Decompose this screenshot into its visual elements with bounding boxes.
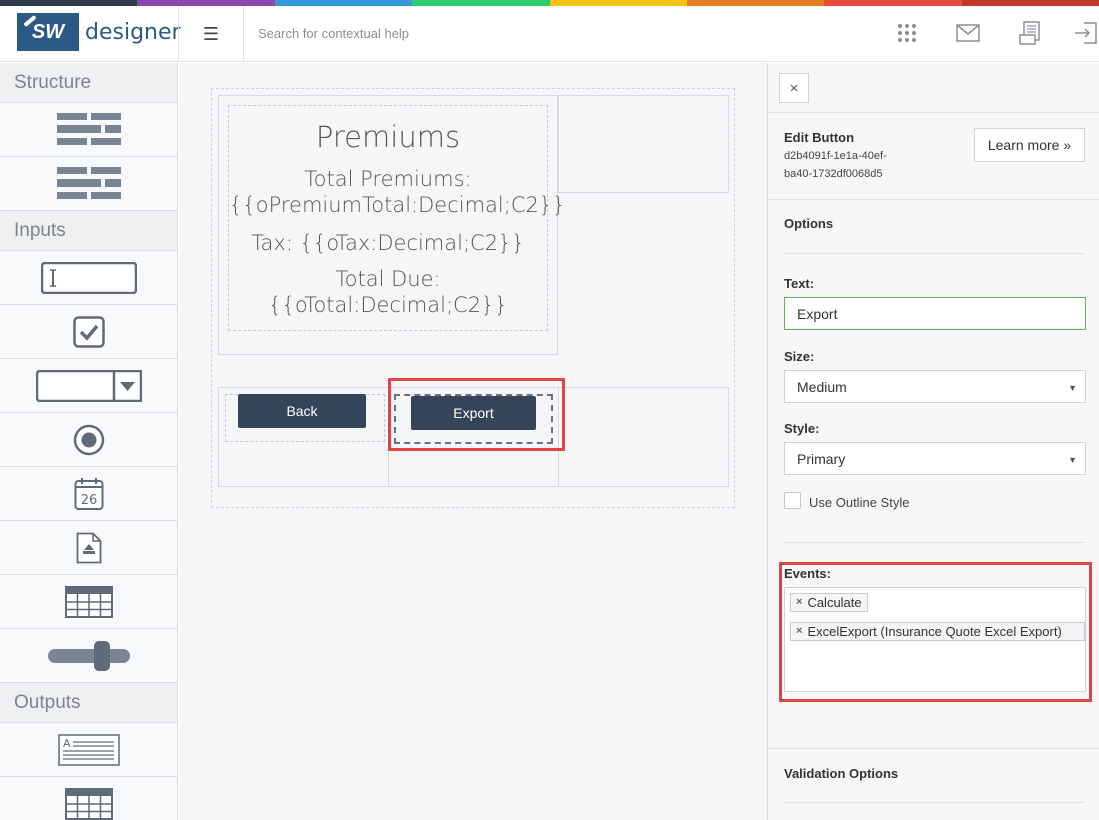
app-logo[interactable]: SW designer: [17, 13, 181, 51]
button-text-value: Export: [797, 305, 838, 322]
size-field-label: Size:: [784, 349, 815, 364]
text-output-icon: A: [57, 733, 120, 766]
size-select[interactable]: Medium ▼: [784, 370, 1086, 403]
dropdown-item[interactable]: [0, 359, 177, 413]
total-due-value: {{oTotal:Decimal;C2}}: [268, 293, 508, 317]
component-sidebar: Structure Inputs 26 Outputs A: [0, 63, 178, 820]
hamburger-icon: ☰: [202, 23, 220, 44]
tax-line: Tax: {{oTax:Decimal;C2}}: [251, 231, 525, 255]
validation-divider: [784, 802, 1084, 803]
premiums-html-block[interactable]: Premiums Total Premiums: {{oPremiumTotal…: [228, 105, 566, 331]
close-icon: ×: [789, 79, 799, 97]
options-heading: Options: [784, 216, 834, 231]
premiums-title: Premiums: [315, 120, 461, 154]
bottom-right-cell[interactable]: [558, 387, 729, 487]
section-outputs-heading: Outputs: [0, 683, 177, 723]
component-id-line2: ba40-1732df0068d5: [784, 168, 883, 180]
data-table-item[interactable]: [0, 575, 177, 629]
learn-more-button[interactable]: Learn more »: [974, 128, 1085, 162]
apps-grid-icon[interactable]: [894, 20, 920, 46]
section-inputs-heading: Inputs: [0, 211, 177, 251]
style-selected-value: Primary: [797, 450, 846, 467]
table-output-item[interactable]: [0, 777, 177, 820]
section-structure-heading: Structure: [0, 63, 177, 103]
panel-title: Edit Button: [784, 130, 855, 145]
premiums-cell[interactable]: Premiums Total Premiums: {{oPremiumTotal…: [218, 95, 566, 355]
svg-text:A: A: [63, 737, 71, 750]
chevron-down-icon: ▼: [1068, 455, 1077, 465]
checkbox-item[interactable]: [0, 305, 177, 359]
panel-divider: [768, 199, 1099, 200]
dropdown-icon: [35, 369, 142, 402]
options-divider: [784, 253, 1084, 254]
total-due-label: Total Due:: [335, 267, 441, 291]
contextual-help-search-input[interactable]: [258, 22, 758, 44]
mail-icon[interactable]: [955, 20, 981, 46]
outline-style-checkbox[interactable]: [784, 492, 801, 509]
panel-divider: [768, 748, 1099, 749]
textbox-item[interactable]: [0, 251, 177, 305]
logo-mark-text: SW: [31, 20, 65, 43]
grid-layout-item[interactable]: [0, 103, 177, 157]
properties-panel: × Edit Button d2b4091f-1e1a-40ef- ba40-1…: [767, 63, 1099, 820]
radio-item[interactable]: [0, 413, 177, 467]
table-output-icon: [64, 787, 113, 820]
button-text-input[interactable]: Export: [784, 297, 1086, 330]
grid-layout-alt-icon: [56, 166, 121, 199]
textbox-icon: [40, 261, 137, 294]
file-upload-icon: [76, 532, 101, 563]
design-canvas: Premiums Total Premiums: {{oPremiumTotal…: [179, 63, 767, 820]
style-select[interactable]: Primary ▼: [784, 442, 1086, 475]
close-panel-button[interactable]: ×: [779, 73, 809, 103]
style-field-label: Style:: [784, 421, 820, 436]
premiums-total-label: Total Premiums:: [304, 167, 472, 191]
svg-text:26: 26: [80, 493, 97, 508]
size-selected-value: Medium: [797, 378, 847, 395]
logo-wordmark: designer: [85, 19, 181, 45]
panel-divider: [768, 112, 1099, 113]
validation-options-heading: Validation Options: [784, 766, 899, 781]
grid-layout-icon: [56, 112, 121, 145]
logo-mark: SW: [17, 13, 79, 51]
options-bottom-divider: [784, 542, 1084, 543]
outline-style-label: Use Outline Style: [809, 495, 910, 510]
text-output-item[interactable]: A: [0, 723, 177, 777]
checkbox-icon: [72, 315, 105, 348]
date-picker-item[interactable]: 26: [0, 467, 177, 521]
slider-icon: [47, 640, 130, 671]
date-picker-icon: 26: [74, 477, 103, 510]
top-right-cell[interactable]: [558, 95, 729, 193]
file-upload-item[interactable]: [0, 521, 177, 575]
text-field-label: Text:: [784, 276, 815, 291]
document-icon[interactable]: [1017, 20, 1043, 46]
component-id-line1: d2b4091f-1e1a-40ef-: [784, 150, 887, 162]
grid-layout-alt-item[interactable]: [0, 157, 177, 211]
premiums-total-value: {{oPremiumTotal:Decimal;C2}}: [229, 193, 566, 217]
slider-item[interactable]: [0, 629, 177, 683]
data-table-icon: [64, 585, 113, 618]
logout-icon[interactable]: [1073, 20, 1099, 46]
chevron-down-icon: ▼: [1068, 383, 1077, 393]
radio-icon: [73, 424, 104, 455]
events-highlight-box: [779, 562, 1092, 702]
app-header: SW designer ☰: [0, 6, 1099, 62]
back-button[interactable]: Back: [238, 394, 366, 428]
menu-toggle-button[interactable]: ☰: [178, 6, 244, 62]
export-highlight-box: [388, 378, 565, 451]
